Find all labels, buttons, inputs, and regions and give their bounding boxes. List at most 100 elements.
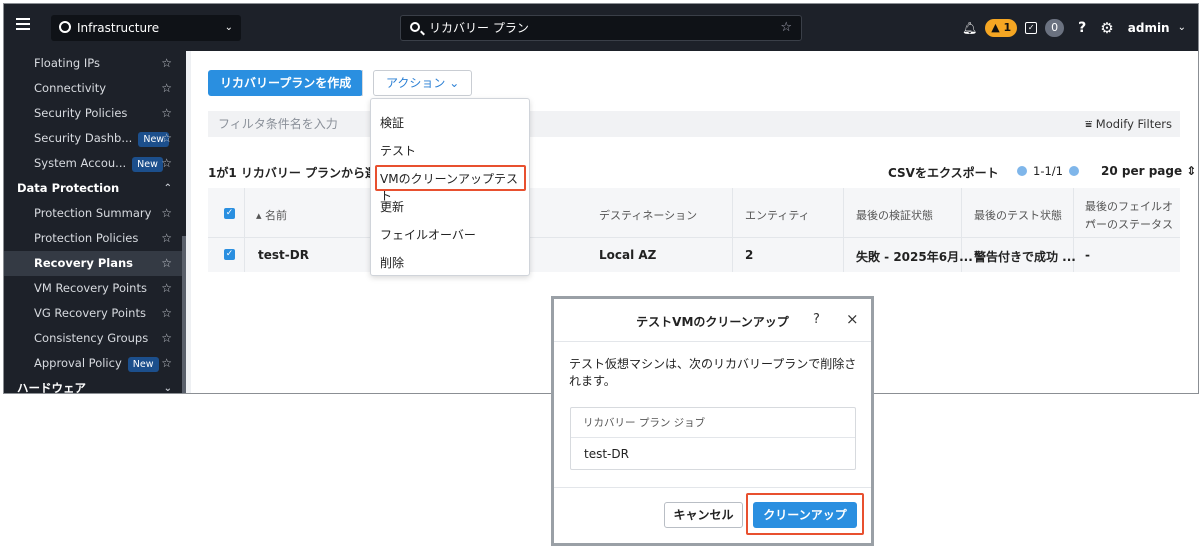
global-search-input[interactable]: リカバリー プラン ☆: [400, 15, 802, 41]
chevron-down-icon: ⌄: [449, 76, 460, 90]
sidebar-item-consistency-groups[interactable]: Consistency Groups ☆: [4, 326, 186, 351]
sidebar-item-approval-policy[interactable]: Approval Policy New ☆: [4, 351, 186, 376]
highlight-box: [375, 165, 526, 191]
new-badge: New: [127, 357, 159, 372]
star-icon[interactable]: ☆: [161, 51, 172, 76]
select-all-checkbox[interactable]: ✓: [224, 208, 235, 219]
menu-item-test[interactable]: テスト: [380, 142, 416, 159]
cancel-button[interactable]: キャンセル: [664, 502, 743, 528]
star-icon[interactable]: ☆: [161, 201, 172, 226]
job-list: リカバリー プラン ジョブ test-DR: [570, 407, 856, 470]
bell-icon[interactable]: 🔔︎: [962, 21, 977, 35]
infrastructure-icon: [59, 21, 71, 33]
star-icon[interactable]: ☆: [161, 101, 172, 126]
star-icon[interactable]: ☆: [161, 301, 172, 326]
filter-input[interactable]: フィルタ条件名を入力 ⩸ Modify Filters: [208, 111, 1180, 137]
recovery-plans-table: ✓ ▴ 名前 デスティネーション エンティティ 最後の検証状態 最後のテスト状態…: [208, 188, 1180, 272]
per-page-select[interactable]: 20 per page ⇕: [1101, 164, 1196, 178]
menu-item-failover[interactable]: フェイルオーバー: [380, 226, 476, 243]
sidebar-scrollbar[interactable]: [182, 236, 186, 393]
sidebar-item-recovery-plans[interactable]: Recovery Plans ☆: [4, 251, 186, 276]
dialog-message: テスト仮想マシンは、次のリカバリープランで削除されます。: [569, 357, 857, 388]
cell-entities: 2: [745, 248, 754, 262]
divider: [362, 70, 363, 96]
close-icon[interactable]: ×: [846, 310, 859, 328]
cleanup-dialog: テストVMのクリーンアップ ? × テスト仮想マシンは、次のリカバリープランで削…: [551, 296, 874, 546]
job-list-header: リカバリー プラン ジョブ: [571, 408, 855, 438]
sidebar-section-data-protection[interactable]: Data Protection ⌃: [4, 176, 186, 201]
help-icon[interactable]: ?: [813, 312, 820, 327]
column-header-last-validation[interactable]: 最後の検証状態: [856, 207, 933, 223]
star-icon[interactable]: ☆: [161, 351, 172, 376]
cell-destination: Local AZ: [599, 248, 657, 262]
sidebar-item-security-policies[interactable]: Security Policies ☆: [4, 101, 186, 126]
hamburger-menu-icon[interactable]: [16, 18, 30, 30]
column-header-last-test[interactable]: 最後のテスト状態: [974, 207, 1062, 223]
star-icon[interactable]: ☆: [161, 276, 172, 301]
cell-failover-status: -: [1085, 248, 1090, 262]
alert-badge[interactable]: ▲ 1: [985, 18, 1018, 37]
page-range: 1-1/1: [1033, 164, 1063, 178]
star-icon[interactable]: ☆: [161, 126, 172, 151]
chevron-up-icon[interactable]: ⌃: [164, 176, 172, 201]
job-list-item: test-DR: [584, 447, 629, 461]
sidebar-item-protection-policies[interactable]: Protection Policies ☆: [4, 226, 186, 251]
star-icon[interactable]: ☆: [161, 226, 172, 251]
cell-last-validation: 失敗 - 2025年6月...: [856, 250, 973, 264]
sidebar-item-connectivity[interactable]: Connectivity ☆: [4, 76, 186, 101]
cell-name[interactable]: test-DR: [258, 248, 309, 262]
star-icon[interactable]: ☆: [161, 76, 172, 101]
modify-filters-button[interactable]: ⩸ Modify Filters: [1085, 111, 1172, 137]
column-header-entities[interactable]: エンティティ: [745, 207, 810, 223]
help-icon[interactable]: ?: [1078, 20, 1086, 36]
cleanup-button[interactable]: クリーンアップ: [753, 502, 857, 528]
tasks-icon[interactable]: ✓: [1025, 21, 1038, 34]
sidebar-item-floating-ips[interactable]: Floating IPs ☆: [4, 51, 186, 76]
favorite-star-icon[interactable]: ☆: [780, 16, 792, 40]
sidebar-item-vg-recovery-points[interactable]: VG Recovery Points ☆: [4, 301, 186, 326]
sort-arrows-icon: ⇕: [1186, 164, 1197, 178]
create-recovery-plan-button[interactable]: リカバリープランを作成: [208, 70, 364, 96]
sidebar-item-protection-summary[interactable]: Protection Summary ☆: [4, 201, 186, 226]
next-page-icon[interactable]: [1068, 166, 1079, 176]
filter-icon: ⩸: [1085, 117, 1093, 131]
chevron-down-icon[interactable]: ⌄: [164, 376, 172, 393]
user-menu[interactable]: admin: [1128, 21, 1170, 35]
top-bar: Infrastructure ⌄ リカバリー プラン ☆ 🔔︎ ▲ 1 ✓ 0 …: [4, 4, 1198, 51]
gear-icon[interactable]: ⚙: [1100, 19, 1113, 37]
search-icon: [410, 22, 420, 32]
task-count-badge[interactable]: 0: [1045, 18, 1065, 37]
sidebar-section-hardware[interactable]: ハードウェア ⌄: [4, 376, 186, 393]
chevron-down-icon[interactable]: ⌄: [1178, 22, 1186, 33]
column-header-failover-line2[interactable]: バーのステータス: [1085, 216, 1173, 232]
sidebar-item-security-dashboard[interactable]: Security Dashb... New ☆: [4, 126, 186, 151]
sidebar: Floating IPs ☆ Connectivity ☆ Security Pol…: [4, 51, 186, 393]
star-icon[interactable]: ☆: [161, 151, 172, 176]
cell-last-test: 警告付きで成功 ...: [974, 250, 1076, 264]
context-selector[interactable]: Infrastructure ⌄: [51, 15, 241, 41]
new-badge: New: [132, 157, 163, 172]
row-checkbox[interactable]: ✓: [224, 249, 235, 260]
pagination: 1-1/1: [1011, 164, 1085, 178]
divider: [554, 487, 871, 488]
column-header-name[interactable]: ▴ 名前: [256, 207, 287, 223]
column-header-destination[interactable]: デスティネーション: [599, 207, 697, 223]
table-header: ✓ ▴ 名前 デスティネーション エンティティ 最後の検証状態 最後のテスト状態…: [208, 188, 1180, 238]
sidebar-item-system-accounts[interactable]: System Accou... New ☆: [4, 151, 186, 176]
sidebar-item-vm-recovery-points[interactable]: VM Recovery Points ☆: [4, 276, 186, 301]
star-icon[interactable]: ☆: [161, 251, 172, 276]
dialog-title: テストVMのクリーンアップ: [636, 315, 789, 329]
filter-placeholder: フィルタ条件名を入力: [218, 117, 338, 131]
menu-item-validate[interactable]: 検証: [380, 114, 404, 131]
context-label: Infrastructure: [77, 21, 160, 35]
prev-page-icon[interactable]: [1017, 166, 1027, 176]
search-value: リカバリー プラン: [429, 21, 529, 35]
menu-item-update[interactable]: 更新: [380, 198, 404, 215]
actions-dropdown-button[interactable]: アクション ⌄: [373, 70, 473, 96]
star-icon[interactable]: ☆: [161, 326, 172, 351]
actions-menu: 検証 テスト VMのクリーンアップテスト 更新 フェイルオーバー 削除: [370, 98, 530, 276]
export-csv-button[interactable]: CSVをエクスポート: [888, 164, 999, 181]
table-row[interactable]: ✓ test-DR Local AZ 2 失敗 - 2025年6月... 警告付…: [208, 238, 1180, 272]
menu-item-delete[interactable]: 削除: [380, 254, 404, 271]
chevron-down-icon: ⌄: [224, 22, 233, 33]
